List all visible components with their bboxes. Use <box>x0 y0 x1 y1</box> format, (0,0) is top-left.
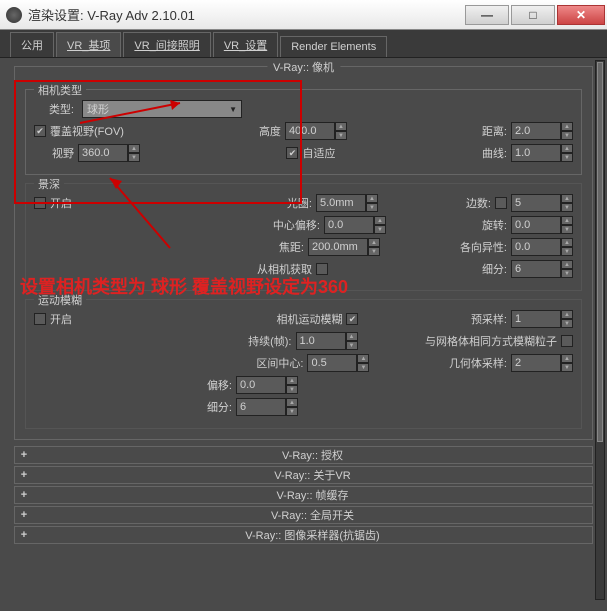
rotation-spinner[interactable]: ▲▼ <box>511 216 573 234</box>
camera-type-value: 球形 <box>87 101 109 117</box>
rollup-global-switches[interactable]: +V-Ray:: 全局开关 <box>14 506 593 524</box>
dof-subdivs-label: 细分: <box>482 261 507 277</box>
dof-title: 景深 <box>34 176 64 192</box>
expand-icon: + <box>15 469 33 481</box>
dof-enable-checkbox[interactable] <box>34 197 46 209</box>
center-bias-label: 中心偏移: <box>260 217 320 233</box>
geom-samples-spinner[interactable]: ▲▼ <box>511 354 573 372</box>
expand-icon: + <box>15 489 33 501</box>
from-camera-label: 从相机获取 <box>252 261 312 277</box>
focal-dist-label: 焦距: <box>244 239 304 255</box>
tab-vr-basic[interactable]: VR_基项 <box>56 32 121 57</box>
height-spinner[interactable]: ▲▼ <box>285 122 347 140</box>
sides-label: 边数: <box>466 195 491 211</box>
curve-label: 曲线: <box>482 145 507 161</box>
camera-group-title: V-Ray:: 像机 <box>267 59 340 75</box>
adaptive-label: 自适应 <box>302 145 335 161</box>
expand-icon: + <box>15 509 33 521</box>
motion-subdivs-spinner[interactable]: ▲▼ <box>236 398 298 416</box>
camera-type-dropdown[interactable]: 球形 <box>82 100 242 118</box>
motion-bias-label: 偏移: <box>172 377 232 393</box>
interval-spinner[interactable]: ▲▼ <box>307 354 369 372</box>
duration-spinner[interactable]: ▲▼ <box>296 332 358 350</box>
distance-label: 距离: <box>482 123 507 139</box>
app-icon <box>6 7 22 23</box>
tab-common[interactable]: 公用 <box>10 32 54 57</box>
mesh-blur-label: 与网格体相同方式模糊粒子 <box>425 333 557 349</box>
aperture-spinner[interactable]: ▲▼ <box>316 194 378 212</box>
motion-bias-spinner[interactable]: ▲▼ <box>236 376 298 394</box>
expand-icon: + <box>15 529 33 541</box>
window-title: 渲染设置: V-Ray Adv 2.10.01 <box>28 5 465 24</box>
scrollbar-thumb[interactable] <box>597 62 603 442</box>
curve-spinner[interactable]: ▲▼ <box>511 144 573 162</box>
dof-enable-label: 开启 <box>50 195 72 211</box>
center-bias-spinner[interactable]: ▲▼ <box>324 216 386 234</box>
anisotropy-label: 各向异性: <box>460 239 507 255</box>
tab-vr-indirect[interactable]: VR_间接照明 <box>123 32 210 57</box>
presamples-spinner[interactable]: ▲▼ <box>511 310 573 328</box>
duration-label: 持续(帧): <box>232 333 292 349</box>
expand-icon: + <box>15 449 33 461</box>
geom-samples-label: 几何体采样: <box>449 355 507 371</box>
height-label: 高度 <box>259 123 281 139</box>
camera-blur-checkbox[interactable]: ✔ <box>346 313 358 325</box>
camera-group: V-Ray:: 像机 相机类型 类型: 球形 ✔ 覆盖视野(FOV) 高度 ▲▼ <box>14 66 593 440</box>
sides-checkbox[interactable] <box>495 197 507 209</box>
scrollbar[interactable] <box>595 60 605 600</box>
presamples-label: 预采样: <box>471 311 507 327</box>
rollup-license[interactable]: +V-Ray:: 授权 <box>14 446 593 464</box>
distance-spinner[interactable]: ▲▼ <box>511 122 573 140</box>
camera-type-label: 相机类型 <box>34 82 86 98</box>
interval-label: 区间中心: <box>243 355 303 371</box>
dof-subdivs-spinner[interactable]: ▲▼ <box>511 260 573 278</box>
aperture-label: 光圈: <box>252 195 312 211</box>
override-fov-checkbox[interactable]: ✔ <box>34 125 46 137</box>
motion-subdivs-label: 细分: <box>172 399 232 415</box>
fov-spinner[interactable]: ▲▼ <box>78 144 140 162</box>
titlebar: 渲染设置: V-Ray Adv 2.10.01 — □ ✕ <box>0 0 607 30</box>
sides-spinner[interactable]: ▲▼ <box>511 194 573 212</box>
rollup-image-sampler[interactable]: +V-Ray:: 图像采样器(抗锯齿) <box>14 526 593 544</box>
override-fov-label: 覆盖视野(FOV) <box>50 123 124 139</box>
fov-label: 视野 <box>34 145 74 161</box>
from-camera-checkbox[interactable] <box>316 263 328 275</box>
tab-vr-settings[interactable]: VR_设置 <box>213 32 278 57</box>
camera-blur-label: 相机运动模糊 <box>276 311 342 327</box>
rollup-about[interactable]: +V-Ray:: 关于VR <box>14 466 593 484</box>
tab-bar: 公用 VR_基项 VR_间接照明 VR_设置 Render Elements <box>0 30 607 58</box>
motion-enable-label: 开启 <box>50 311 72 327</box>
rotation-label: 旋转: <box>482 217 507 233</box>
mesh-blur-checkbox[interactable] <box>561 335 573 347</box>
maximize-button[interactable]: □ <box>511 5 555 25</box>
motion-title: 运动模糊 <box>34 292 86 308</box>
focal-dist-spinner[interactable]: ▲▼ <box>308 238 380 256</box>
adaptive-checkbox[interactable]: ✔ <box>286 147 298 159</box>
minimize-button[interactable]: — <box>465 5 509 25</box>
anisotropy-spinner[interactable]: ▲▼ <box>511 238 573 256</box>
rollup-framebuffer[interactable]: +V-Ray:: 帧缓存 <box>14 486 593 504</box>
motion-enable-checkbox[interactable] <box>34 313 46 325</box>
tab-render-elements[interactable]: Render Elements <box>280 36 387 57</box>
close-button[interactable]: ✕ <box>557 5 605 25</box>
type-label: 类型: <box>34 101 74 117</box>
